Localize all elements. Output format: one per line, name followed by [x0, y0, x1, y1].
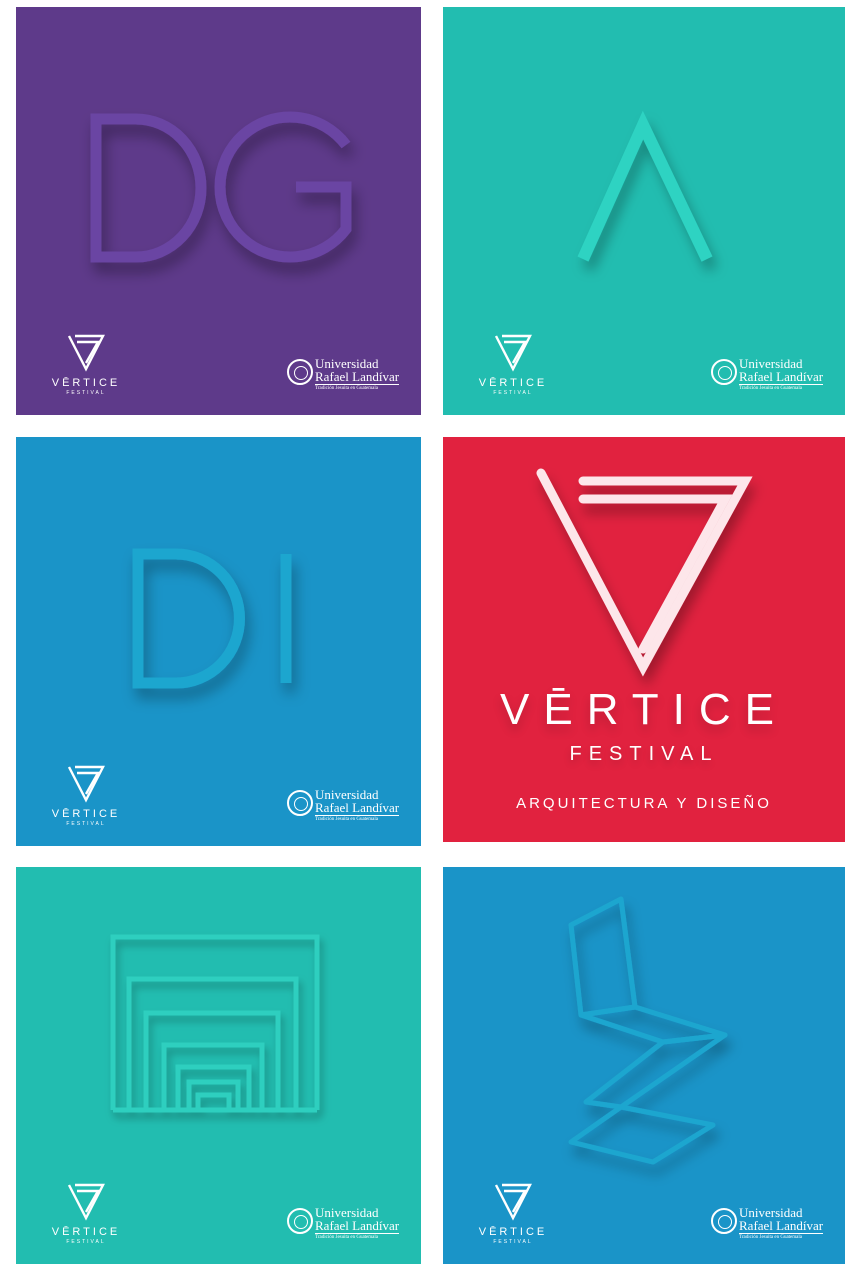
university-logo: Universidad Rafael Landívar Tradición Je…: [711, 357, 831, 397]
university-line3: Tradición Jesuita en Guatemala: [315, 1235, 378, 1240]
university-logo: Universidad Rafael Landívar Tradición Je…: [287, 788, 407, 828]
university-line2: Rafael Landívar: [315, 1218, 400, 1234]
university-seal-icon: [287, 1208, 313, 1234]
poster-caret: VĒRTICE FESTIVAL Universidad Rafael Land…: [443, 7, 845, 415]
poster-di: VĒRTICE FESTIVAL Universidad Rafael Land…: [16, 437, 421, 846]
university-seal-icon: [711, 359, 737, 385]
brand-sub: FESTIVAL: [66, 1239, 106, 1245]
vertice-brand: VĒRTICE FESTIVAL: [36, 333, 136, 397]
vertice-brand: VĒRTICE FESTIVAL: [36, 764, 136, 828]
vertice-brand: VĒRTICE FESTIVAL: [36, 1182, 136, 1246]
brand-name: VĒRTICE: [51, 1226, 121, 1238]
poster-squares: VĒRTICE FESTIVAL Universidad Rafael Land…: [16, 867, 421, 1264]
university-line3: Tradición Jesuita en Guatemala: [315, 817, 378, 822]
brand-name: VĒRTICE: [478, 377, 548, 389]
brand-sub: FESTIVAL: [66, 390, 106, 396]
brand-name: VĒRTICE: [51, 377, 121, 389]
university-seal-icon: [287, 359, 313, 385]
university-logo: Universidad Rafael Landívar Tradición Je…: [711, 1206, 831, 1246]
university-line2: Rafael Landívar: [315, 369, 400, 385]
vertice-logo-icon: [67, 1183, 105, 1221]
university-line3: Tradición Jesuita en Guatemala: [739, 1235, 802, 1240]
brand-sub: FESTIVAL: [493, 1239, 533, 1245]
vertice-logo-icon: [67, 334, 105, 372]
hero-tagline: ARQUITECTURA Y DISEÑO: [516, 795, 772, 812]
poster-hero: VĒRTICE FESTIVAL ARQUITECTURA Y DISEÑO: [443, 437, 845, 842]
university-seal-icon: [711, 1208, 737, 1234]
hero-title: VĒRTICE: [500, 685, 788, 734]
university-seal-icon: [287, 790, 313, 816]
vertice-brand: VĒRTICE FESTIVAL: [463, 333, 563, 397]
brand-sub: FESTIVAL: [66, 821, 106, 827]
vertice-logo-icon: [494, 1183, 532, 1221]
university-line2: Rafael Landívar: [315, 800, 400, 816]
poster-chair: VĒRTICE FESTIVAL Universidad Rafael Land…: [443, 867, 845, 1264]
brand-name: VĒRTICE: [478, 1226, 548, 1238]
brand-sub: FESTIVAL: [493, 390, 533, 396]
vertice-logo-icon: [536, 468, 753, 677]
university-logo: Universidad Rafael Landívar Tradición Je…: [287, 357, 407, 397]
university-line3: Tradición Jesuita en Guatemala: [739, 386, 802, 391]
brand-name: VĒRTICE: [51, 808, 121, 820]
hero-subtitle: FESTIVAL: [569, 743, 719, 765]
vertice-brand: VĒRTICE FESTIVAL: [463, 1182, 563, 1246]
university-line2: Rafael Landívar: [739, 1218, 824, 1234]
vertice-logo-icon: [67, 765, 105, 803]
vertice-logo-icon: [494, 334, 532, 372]
university-logo: Universidad Rafael Landívar Tradición Je…: [287, 1206, 407, 1246]
university-line3: Tradición Jesuita en Guatemala: [315, 386, 378, 391]
poster-dg: VĒRTICE FESTIVAL Universidad Rafael Land…: [16, 7, 421, 415]
university-line2: Rafael Landívar: [739, 369, 824, 385]
